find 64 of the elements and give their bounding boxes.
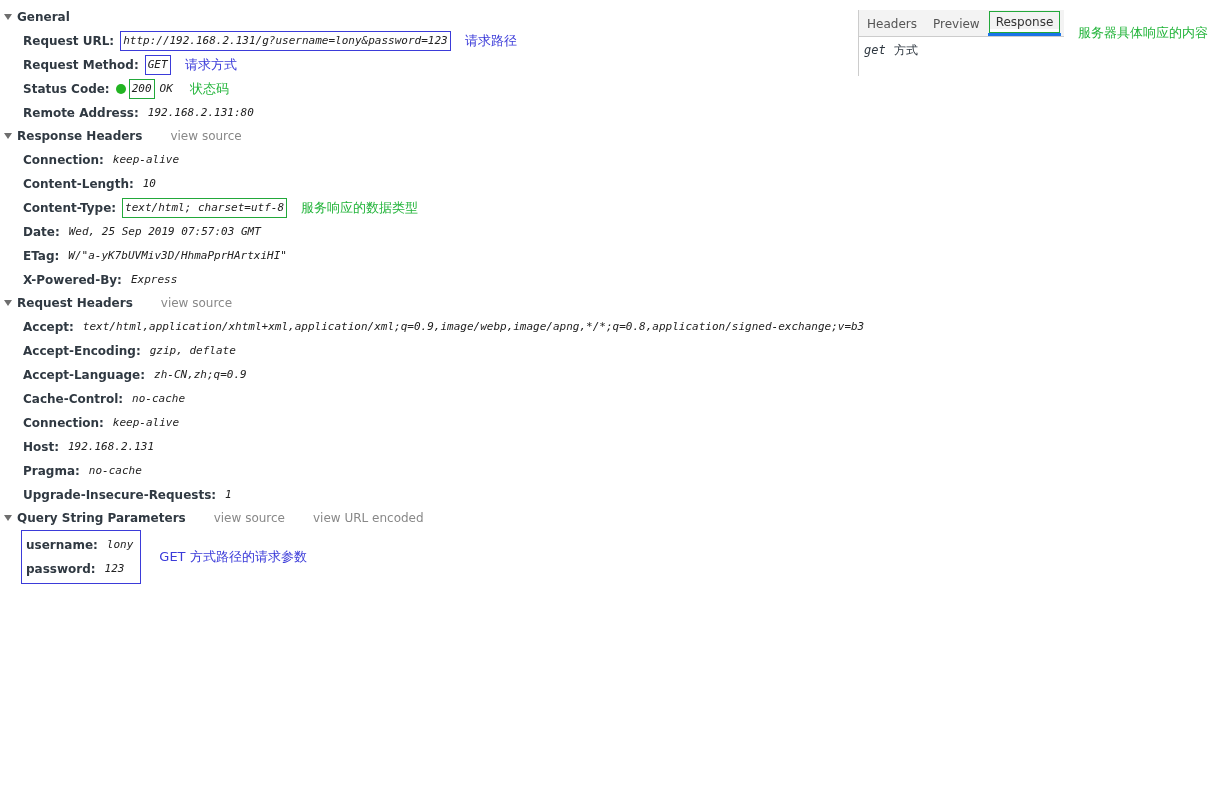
header-value: GET [144,54,171,76]
header-name: Connection: [23,152,104,169]
view-link[interactable]: view URL encoded [313,509,424,527]
response-text: 方式 [893,42,918,59]
header-value: zh-CN,zh;q=0.9 [153,366,248,383]
header-name: Accept-Language: [23,367,145,384]
header-value: 123 [103,560,126,577]
header-name: ETag: [23,248,60,265]
header-value: Wed, 25 Sep 2019 07:57:03 GMT [67,223,263,240]
panel-tab[interactable]: Headers [860,11,924,36]
annotation-text: 请求方式 [184,56,237,75]
view-link[interactable]: view source [160,294,233,312]
annotation-text: 状态码 [189,80,229,99]
header-name: Connection: [23,415,104,432]
header-value: 10 [141,175,157,192]
header-name: X-Powered-By: [23,272,122,289]
header-name: Status Code: [23,81,110,98]
header-name: password: [26,561,96,578]
disclosure-triangle-icon[interactable] [4,132,13,140]
header-name: Date: [23,224,60,241]
view-link[interactable]: view source [213,509,285,527]
header-value: http://192.168.2.131/g?username=lony&password=123 [120,30,451,52]
section-title: Response Headers [17,128,143,145]
header-value: lony [105,536,135,553]
disclosure-triangle-icon[interactable] [4,514,13,522]
header-name: Remote Address: [23,105,139,122]
header-value: 1 [224,486,233,503]
header-value: 192.168.2.131:80 [146,104,255,121]
section-title: Query String Parameters [17,510,186,527]
section-title: General [17,9,70,26]
annotation-text: 服务器具体响应的内容 [1078,24,1208,42]
header-value: keep-alive [111,151,181,168]
annotation-text: 服务响应的数据类型 [301,199,419,218]
header-value: no-cache [87,462,143,479]
header-value: no-cache [131,390,187,407]
status-text: OK [158,80,174,97]
header-name: Content-Length: [23,176,134,193]
header-name: username: [26,537,98,554]
header-name: Content-Type: [23,200,117,217]
header-name: Host: [23,439,59,456]
header-name: Accept: [23,319,74,336]
header-value: gzip, deflate [148,342,237,359]
disclosure-triangle-icon[interactable] [4,13,13,21]
panel-tab[interactable]: Preview [925,11,987,36]
header-name: Accept-Encoding: [23,343,141,360]
section-title: Request Headers [17,295,133,312]
disclosure-triangle-icon[interactable] [4,299,13,307]
header-value: W/"a-yK7bUVMiv3D/HhmaPprHArtxiHI" [67,247,288,264]
annotation-text: GET 方式路径的请求参数 [159,548,307,567]
header-name: Request Method: [23,57,139,74]
header-value: Express [129,271,179,288]
view-link[interactable]: view source [170,127,242,145]
panel-tab[interactable]: Response [988,11,1061,33]
header-value: text/html,application/xhtml+xml,application/xml;q=0.9,image/webp,image/apng,*/*;q=0.8,application/signed-exchange;v=b3 [81,318,866,335]
header-value: 192.168.2.131 [66,438,156,455]
header-name: Request URL: [23,33,115,50]
header-name: Upgrade-Insecure-Requests: [23,487,217,504]
header-name: Pragma: [23,463,80,480]
header-name: Cache-Control: [23,391,124,408]
header-value: text/html; charset=utf-8 [122,197,288,219]
header-value: keep-alive [111,414,181,431]
response-text: get [864,42,886,59]
annotation-text: 请求路径 [464,32,517,51]
header-value: 200 [128,78,155,100]
